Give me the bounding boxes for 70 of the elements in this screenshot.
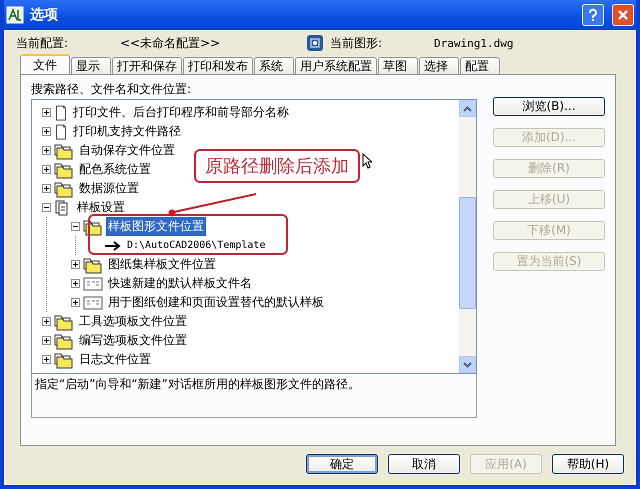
expand-icon[interactable]	[71, 279, 80, 288]
profile-label: 当前配置:	[15, 34, 70, 52]
tree-item[interactable]: 数据源位置	[77, 179, 141, 198]
folder-stack-icon	[54, 180, 74, 198]
description-text: 指定“启动”向导和“新建”对话框所用的样板图形文件的路径。	[35, 377, 360, 391]
tab[interactable]: 用户系统配置	[295, 57, 377, 74]
side-button[interactable]: 浏览(B)...	[493, 97, 605, 116]
scroll-down-icon[interactable]	[459, 356, 476, 373]
folder-stack-icon	[54, 350, 74, 368]
expand-icon[interactable]	[42, 146, 51, 155]
tree-item[interactable]: 用于图纸创建和页面设置替代的默认样板	[106, 293, 326, 312]
close-icon[interactable]	[612, 4, 634, 26]
collapse-icon[interactable]	[42, 203, 51, 212]
expand-icon[interactable]	[42, 184, 51, 193]
drawing-label: 当前图形:	[330, 34, 384, 52]
expand-icon[interactable]	[71, 298, 80, 307]
document-icon	[54, 104, 68, 122]
tree-item[interactable]: 日志文件位置	[77, 350, 153, 369]
tree-item[interactable]: 配色系统位置	[77, 160, 153, 179]
window-title: 选项	[30, 6, 58, 24]
annotation-callout: 原路径删除后添加	[194, 149, 360, 183]
collapse-icon[interactable]	[71, 222, 80, 231]
tree-item[interactable]: 快速新建的默认样板文件名	[106, 274, 254, 293]
tab[interactable]: 草图	[378, 57, 418, 74]
drawing-icon	[306, 34, 324, 52]
dialog-button[interactable]: 取消	[388, 454, 460, 474]
mouse-cursor-icon	[362, 153, 372, 169]
dialog-button[interactable]: 确定	[306, 454, 378, 474]
folder-stack-icon	[54, 160, 74, 178]
folder-stack-icon	[83, 218, 103, 236]
help-icon[interactable]	[582, 4, 604, 26]
tab[interactable]: 系统	[254, 57, 294, 74]
expand-icon[interactable]	[42, 108, 51, 117]
scrollbar[interactable]	[459, 100, 476, 373]
expand-icon[interactable]	[42, 336, 51, 345]
scrollbar-thumb[interactable]	[459, 197, 476, 309]
tree-item[interactable]: 打印文件、后台打印程序和前导部分名称	[71, 103, 291, 122]
document-icon	[54, 122, 68, 140]
tab[interactable]: 文件	[20, 54, 70, 74]
expand-icon[interactable]	[42, 317, 51, 326]
tree-item[interactable]: 编写选项板文件位置	[77, 331, 189, 350]
arrow-icon	[104, 240, 122, 250]
folder-stack-icon	[54, 332, 74, 350]
tab[interactable]: 打印和发布	[183, 57, 253, 74]
tab[interactable]: 打开和保存	[112, 57, 182, 74]
tree-item[interactable]: 打印机支持文件路径	[71, 122, 183, 141]
tree-item[interactable]: D:\AutoCAD2006\Template	[125, 239, 268, 252]
tab[interactable]: 配置	[460, 57, 500, 74]
folder-stack-icon	[83, 256, 103, 274]
app-logo-icon	[6, 6, 24, 24]
dialog-button[interactable]: 帮助(H)	[552, 454, 624, 474]
tree-item[interactable]: 样板设置	[75, 198, 127, 217]
folder-stack-icon	[54, 142, 74, 160]
expand-icon[interactable]	[71, 260, 80, 269]
scroll-up-icon[interactable]	[459, 100, 476, 117]
tree-label: 搜索路径、文件名和文件位置:	[31, 81, 192, 98]
tab[interactable]: 选择	[419, 57, 459, 74]
profile-name: <<未命名配置>>	[120, 34, 222, 52]
drawing-name: Drawing1.dwg	[434, 36, 514, 50]
template-file-icon	[83, 276, 103, 292]
expand-icon[interactable]	[42, 127, 51, 136]
tab[interactable]: 显示	[71, 57, 111, 74]
tree-item[interactable]: 图纸集样板文件位置	[106, 255, 218, 274]
tree-item[interactable]: 自动保存文件位置	[77, 141, 177, 160]
folder-stack-icon	[54, 312, 74, 330]
tree-item[interactable]: 工具选项板文件位置	[77, 312, 189, 331]
tree-item[interactable]: 样板图形文件位置	[106, 217, 206, 236]
expand-icon[interactable]	[42, 165, 51, 174]
expand-icon[interactable]	[42, 355, 51, 364]
template-file-icon	[83, 294, 103, 310]
